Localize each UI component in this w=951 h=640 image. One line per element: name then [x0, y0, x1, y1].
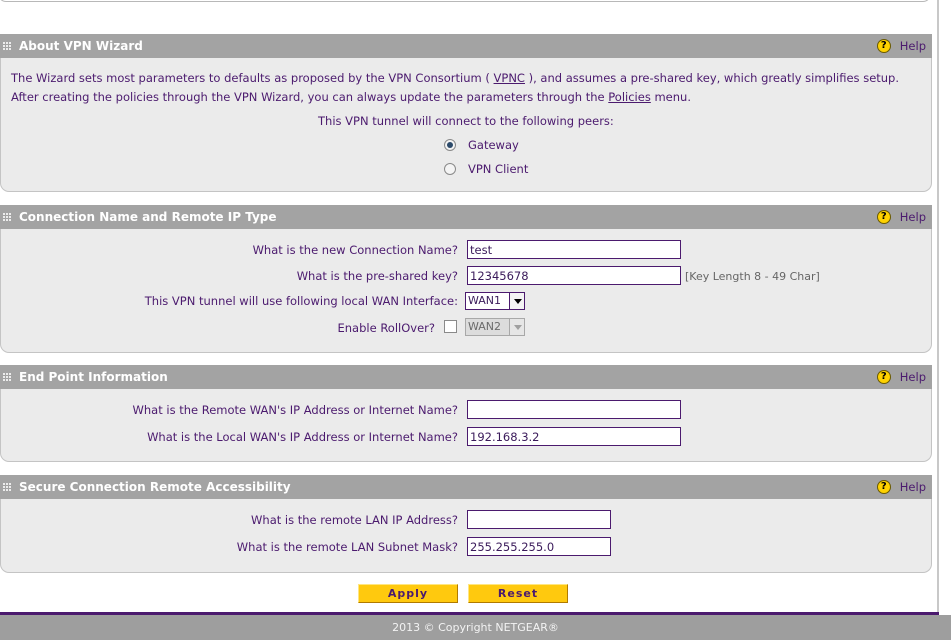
key-length-hint: [Key Length 8 - 49 Char]: [685, 270, 820, 283]
rollover-wan-value: WAN2: [468, 320, 502, 333]
vpnc-link[interactable]: VPNC: [494, 71, 525, 85]
remote-wan-label: What is the Remote WAN's IP Address or I…: [132, 403, 459, 417]
enable-rollover-checkbox[interactable]: [444, 320, 457, 333]
rollover-wan-select: WAN2: [465, 318, 525, 336]
wan-interface-value: WAN1: [468, 294, 502, 307]
help-icon[interactable]: ?: [876, 480, 891, 494]
help-link[interactable]: ? Help: [876, 34, 926, 58]
pre-shared-key-input[interactable]: [467, 266, 681, 285]
apply-button[interactable]: Apply: [358, 584, 458, 603]
local-wan-input[interactable]: [467, 427, 681, 446]
section-body: What is the remote LAN IP Address? What …: [0, 499, 932, 573]
grip-icon: [3, 483, 12, 492]
section-title: Secure Connection Remote Accessibility: [19, 480, 291, 494]
help-link[interactable]: ? Help: [876, 475, 926, 499]
connection-section: Connection Name and Remote IP Type ? Hel…: [0, 205, 932, 353]
connection-name-label: What is the new Connection Name?: [252, 243, 458, 257]
section-body: What is the Remote WAN's IP Address or I…: [0, 389, 932, 462]
gateway-radio[interactable]: [444, 139, 456, 151]
intro-text: ), and assumes a pre-shared key, which g…: [524, 71, 900, 85]
local-wan-label: What is the Local WAN's IP Address or In…: [147, 430, 458, 444]
help-link[interactable]: ? Help: [876, 365, 926, 389]
previous-section-box: [0, 0, 931, 2]
section-header: About VPN Wizard ? Help: [0, 34, 932, 58]
intro-line-2: After creating the policies through the …: [11, 90, 691, 104]
grip-icon: [3, 42, 12, 51]
help-label[interactable]: Help: [900, 365, 926, 389]
grip-icon: [3, 213, 12, 222]
help-icon[interactable]: ?: [876, 370, 891, 384]
vpn-client-label: VPN Client: [468, 162, 529, 176]
vpn-client-radio[interactable]: [444, 163, 456, 175]
enable-rollover-label: Enable RollOver?: [337, 321, 436, 335]
chevron-down-icon: [509, 319, 524, 335]
section-header: Connection Name and Remote IP Type ? Hel…: [0, 205, 932, 229]
section-title: Connection Name and Remote IP Type: [19, 210, 277, 224]
help-label[interactable]: Help: [900, 34, 926, 58]
end-point-section: End Point Information ? Help What is the…: [0, 365, 932, 462]
intro-line-1: The Wizard sets most parameters to defau…: [11, 71, 899, 85]
remote-lan-ip-label: What is the remote LAN IP Address?: [251, 513, 458, 527]
section-title: End Point Information: [19, 370, 168, 384]
reset-button[interactable]: Reset: [468, 584, 568, 603]
help-link[interactable]: ? Help: [876, 205, 926, 229]
intro-text: menu.: [650, 90, 691, 104]
intro-text: The Wizard sets most parameters to defau…: [11, 71, 494, 85]
peers-prompt: This VPN tunnel will connect to the foll…: [318, 114, 614, 128]
section-body: The Wizard sets most parameters to defau…: [0, 58, 932, 192]
section-body: What is the new Connection Name? What is…: [0, 229, 932, 353]
remote-wan-input[interactable]: [467, 400, 681, 419]
pre-shared-key-label: What is the pre-shared key?: [296, 269, 458, 283]
remote-lan-ip-input[interactable]: [467, 510, 611, 529]
policies-link[interactable]: Policies: [608, 90, 651, 104]
about-vpn-wizard-section: About VPN Wizard ? Help The Wizard sets …: [0, 34, 932, 192]
help-icon[interactable]: ?: [876, 39, 891, 53]
gateway-label: Gateway: [468, 138, 519, 152]
intro-text: After creating the policies through the …: [11, 90, 609, 104]
grip-icon: [3, 373, 12, 382]
remote-subnet-mask-input[interactable]: [467, 537, 611, 556]
secure-connection-section: Secure Connection Remote Accessibility ?…: [0, 475, 932, 573]
wan-interface-select[interactable]: WAN1: [465, 292, 525, 310]
copyright-text: 2013 © Copyright NETGEAR®: [392, 621, 559, 634]
help-label[interactable]: Help: [900, 205, 926, 229]
wan-interface-label: This VPN tunnel will use following local…: [144, 294, 458, 308]
chevron-down-icon[interactable]: [509, 293, 524, 309]
connection-name-input[interactable]: [467, 240, 681, 259]
remote-subnet-mask-label: What is the remote LAN Subnet Mask?: [236, 540, 458, 554]
content-right-border: [937, 0, 939, 612]
section-title: About VPN Wizard: [19, 39, 143, 53]
help-label[interactable]: Help: [900, 475, 926, 499]
footer: 2013 © Copyright NETGEAR®: [0, 615, 951, 640]
section-header: Secure Connection Remote Accessibility ?…: [0, 475, 932, 499]
section-header: End Point Information ? Help: [0, 365, 932, 389]
help-icon[interactable]: ?: [876, 210, 891, 224]
